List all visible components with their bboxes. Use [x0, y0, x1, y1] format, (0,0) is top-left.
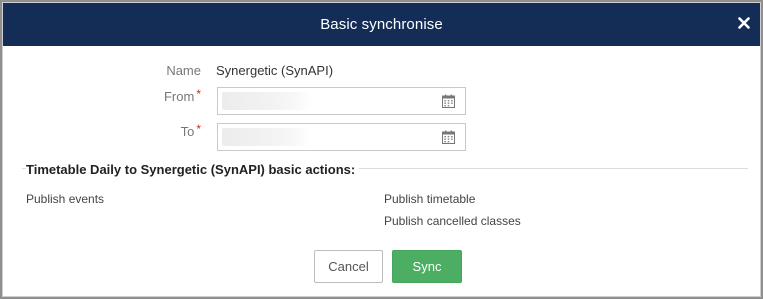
name-value: Synergetic (SynAPI): [216, 63, 334, 78]
dialog-header: Basic synchronise: [3, 3, 760, 46]
dialog-title: Basic synchronise: [320, 16, 443, 33]
calendar-icon[interactable]: [442, 130, 455, 144]
calendar-icon[interactable]: [442, 94, 455, 108]
action-publish-cancelled-classes: Publish cancelled classes: [384, 214, 521, 228]
from-label: From *: [131, 87, 201, 104]
basic-synchronise-dialog: Basic synchronise Name Synergetic (SynAP…: [2, 2, 761, 297]
required-marker: *: [196, 87, 201, 101]
from-date-value-redacted: [222, 92, 312, 110]
cancel-button[interactable]: Cancel: [314, 250, 383, 283]
to-label-text: To: [180, 124, 195, 139]
from-label-text: From: [163, 89, 195, 104]
sync-button[interactable]: Sync: [392, 250, 462, 283]
close-icon[interactable]: [736, 14, 752, 32]
to-date-value-redacted: [222, 128, 310, 146]
from-date-input[interactable]: [217, 87, 466, 115]
required-marker: *: [196, 122, 201, 136]
to-label: To *: [131, 122, 201, 139]
action-publish-events: Publish events: [26, 192, 105, 206]
action-publish-timetable: Publish timetable: [384, 192, 476, 206]
to-date-input[interactable]: [217, 123, 466, 151]
actions-section-title: Timetable Daily to Synergetic (SynAPI) b…: [26, 162, 360, 177]
name-label: Name: [166, 63, 201, 78]
